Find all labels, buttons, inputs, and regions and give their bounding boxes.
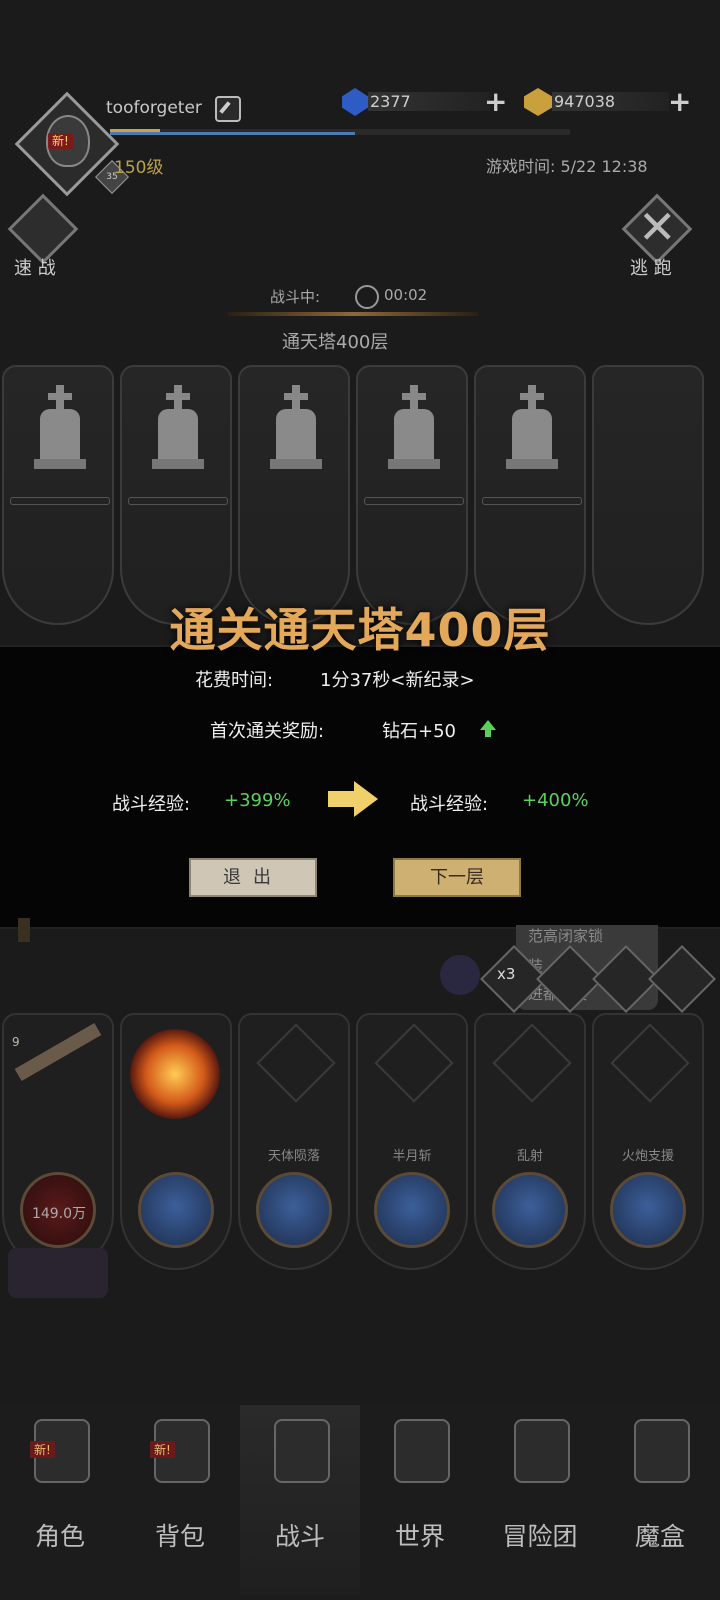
- escape-button[interactable]: ✕ 逃 跑: [620, 193, 700, 280]
- enemy-slot[interactable]: [238, 365, 350, 625]
- nav-character[interactable]: 新! 角色: [0, 1405, 120, 1595]
- statue-icon: [388, 385, 440, 475]
- skill-name: 乱射: [516, 1149, 543, 1164]
- enemy-hp-bar: [128, 497, 228, 505]
- player-avatar[interactable]: 新! 35: [14, 91, 129, 197]
- floor-title: 通天塔400层: [282, 332, 389, 353]
- exit-button[interactable]: 退出: [189, 858, 317, 897]
- nav-new-badge: 新!: [150, 1441, 175, 1458]
- skill-badge: 9: [12, 1035, 20, 1049]
- skill-orb: [374, 1172, 450, 1248]
- escape-label: 逃 跑: [630, 258, 672, 279]
- skill-name: 半月斩: [392, 1149, 432, 1164]
- gun-icon: [14, 1022, 102, 1082]
- chat-icon[interactable]: [648, 945, 716, 1013]
- avatar-new-badge: 新!: [48, 133, 73, 149]
- nav-backpack[interactable]: 新! 背包: [120, 1405, 240, 1595]
- nav-magic-box[interactable]: 魔盒: [600, 1405, 720, 1595]
- skill-card[interactable]: 半月斩: [356, 1013, 468, 1270]
- skill-name: 天体陨落: [267, 1149, 320, 1164]
- exp-before-value: +399%: [224, 790, 291, 811]
- up-arrow-stem: [485, 729, 491, 737]
- moon-icon: [440, 955, 480, 995]
- cube-icon: [634, 1419, 690, 1483]
- gold-icon: [524, 88, 552, 116]
- enemy-slot[interactable]: [356, 365, 468, 625]
- diamond-count: 2377: [368, 92, 490, 111]
- gold-count: 947038: [552, 92, 669, 111]
- xp-bar: [110, 129, 570, 135]
- enemy-slot[interactable]: [2, 365, 114, 625]
- skill-card[interactable]: 天体陨落: [238, 1013, 350, 1270]
- battle-timer: 00:02: [384, 286, 428, 304]
- quick-battle-button[interactable]: 速 战: [7, 193, 80, 280]
- next-floor-button[interactable]: 下一层: [393, 858, 521, 897]
- nav-battle[interactable]: 战斗: [240, 1405, 360, 1595]
- nav-new-badge: 新!: [30, 1441, 55, 1458]
- player-level: 150级: [114, 158, 164, 178]
- first-clear-reward-label: 首次通关奖励:: [210, 721, 325, 742]
- enemy-hp-bar: [482, 497, 582, 505]
- spellbook-icon[interactable]: [8, 1248, 108, 1298]
- nav-world[interactable]: 世界: [360, 1405, 480, 1595]
- skill-orb: [138, 1172, 214, 1248]
- skill-name: 火炮支援: [621, 1149, 674, 1164]
- status-divider: [228, 312, 478, 316]
- skill-orb: 149.0万: [20, 1172, 96, 1248]
- enemy-slot[interactable]: [474, 365, 586, 625]
- skill-orb: [492, 1172, 568, 1248]
- skill-orb: [256, 1172, 332, 1248]
- torch-icon: [18, 918, 30, 942]
- skill-orb: [610, 1172, 686, 1248]
- enemy-slot-empty[interactable]: [592, 365, 704, 625]
- skill-card[interactable]: 9 149.0万: [2, 1013, 114, 1270]
- statue-icon: [270, 385, 322, 475]
- statue-icon: [34, 385, 86, 475]
- sigil-icon: [610, 1023, 690, 1103]
- dialog-title: 通关通天塔400层: [169, 603, 551, 657]
- battle-status-label: 战斗中:: [270, 288, 321, 306]
- shield-sword-icon: [274, 1419, 330, 1483]
- sigil-icon: [492, 1023, 572, 1103]
- exp-after-value: +400%: [522, 790, 589, 811]
- close-x-icon: ✕: [638, 200, 677, 254]
- nav-adventure-group[interactable]: 冒险团: [480, 1405, 600, 1595]
- speed-label: x3: [497, 965, 516, 983]
- scroll-map-icon: [394, 1419, 450, 1483]
- castle-icon: [514, 1419, 570, 1483]
- quick-battle-label: 速 战: [14, 258, 56, 279]
- first-clear-reward-value: 钻石+50: [382, 721, 456, 742]
- statue-icon: [152, 385, 204, 475]
- sigil-icon: [374, 1023, 454, 1103]
- fireball-icon: [130, 1029, 220, 1119]
- username: tooforgeter: [106, 98, 202, 118]
- game-time: 游戏时间: 5/22 12:38: [486, 157, 648, 176]
- statue-icon: [506, 385, 558, 475]
- exp-before-label: 战斗经验:: [112, 794, 191, 815]
- skill-card[interactable]: 火炮支援: [592, 1013, 704, 1270]
- exp-after-label: 战斗经验:: [410, 794, 489, 815]
- arrow-right-icon: [328, 781, 380, 817]
- add-gold-button[interactable]: +: [668, 88, 691, 116]
- enemy-hp-bar: [364, 497, 464, 505]
- enemy-slot[interactable]: [120, 365, 232, 625]
- time-spent-label: 花费时间:: [195, 670, 274, 691]
- clock-icon: [355, 285, 379, 309]
- enemy-hp-bar: [10, 497, 110, 505]
- diamond-icon: [342, 88, 368, 116]
- add-diamonds-button[interactable]: +: [484, 88, 507, 116]
- edit-name-icon[interactable]: [215, 96, 241, 122]
- sigil-icon: [256, 1023, 336, 1103]
- skill-card[interactable]: [120, 1013, 232, 1270]
- skill-card[interactable]: 乱射: [474, 1013, 586, 1270]
- time-spent-value: 1分37秒<新纪录>: [320, 670, 475, 691]
